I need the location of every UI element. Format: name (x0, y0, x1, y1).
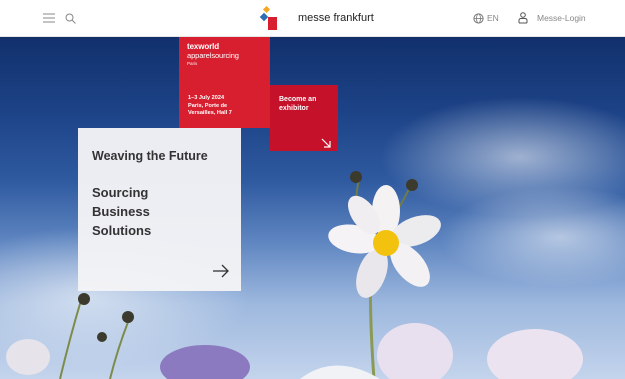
event-subtitle: apparelsourcing (187, 51, 239, 60)
user-icon[interactable] (514, 9, 532, 27)
globe-icon[interactable] (469, 9, 487, 27)
top-navigation-bar: messe frankfurt EN Messe-Login (0, 0, 625, 37)
exhibitor-label-line1: Become an (279, 96, 317, 103)
event-title: texworld (187, 42, 220, 51)
menu-icon[interactable] (40, 9, 58, 27)
feature-headline: Sourcing Business Solutions (92, 183, 227, 240)
event-date-venue: 1–3 July 2024 Paris, Porte de Versailles… (188, 95, 232, 118)
brand-name[interactable]: messe frankfurt (298, 12, 374, 24)
feature-tagline: Weaving the Future (92, 149, 208, 163)
login-link[interactable]: Messe-Login (537, 13, 586, 23)
feature-headline-line1: Sourcing (92, 185, 149, 200)
event-city-tag: Paris (187, 61, 198, 66)
event-venue-line2: Versailles, Hall 7 (188, 110, 232, 116)
become-exhibitor-button[interactable]: Become an exhibitor (270, 85, 338, 151)
event-date: 1–3 July 2024 (188, 95, 225, 101)
feature-headline-line3: Solutions (92, 223, 152, 238)
event-venue-line1: Paris, Porte de (188, 102, 228, 109)
feature-headline-line2: Business (92, 204, 150, 219)
messe-frankfurt-logo[interactable] (258, 5, 280, 32)
arrow-down-right-icon (321, 135, 331, 148)
language-selector[interactable]: EN (487, 13, 499, 23)
arrow-right-icon[interactable] (212, 264, 230, 278)
search-icon[interactable] (61, 9, 79, 27)
event-info-block[interactable]: texworld apparelsourcing Paris 1–3 July … (179, 37, 270, 128)
exhibitor-label-line2: exhibitor (279, 105, 309, 112)
